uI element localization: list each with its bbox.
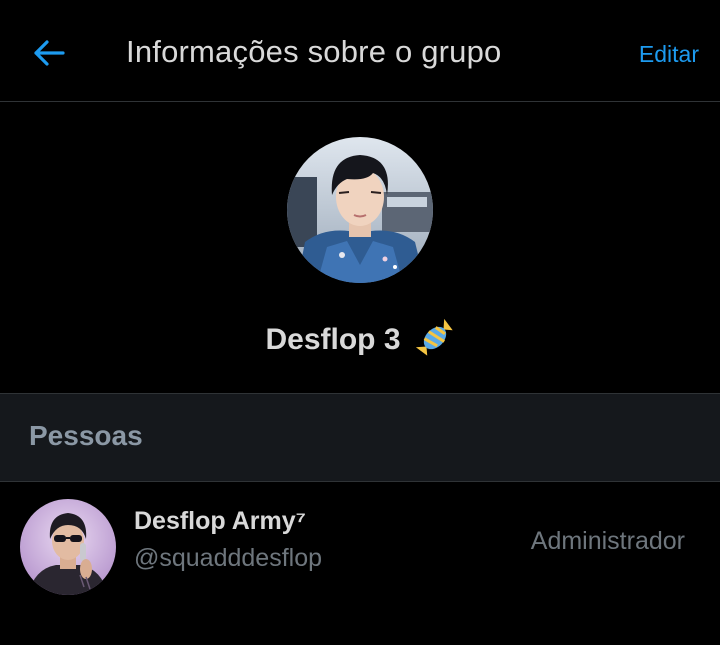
group-avatar[interactable]: [287, 137, 433, 283]
member-handle: @squadddesflop: [134, 544, 323, 572]
avatar[interactable]: [20, 499, 116, 595]
page-title: Informações sobre o grupo: [126, 34, 502, 69]
member-row[interactable]: Desflop Army⁷ @squadddesflop Administrad…: [0, 481, 720, 601]
group-name-row: Desflop 3: [0, 318, 720, 362]
back-button[interactable]: [30, 36, 68, 70]
candy-icon: [415, 318, 455, 363]
people-section-header: Pessoas: [0, 393, 720, 482]
edit-button[interactable]: Editar: [639, 41, 699, 68]
top-bar: Informações sobre o grupo Editar: [0, 0, 720, 102]
member-name: Desflop Army⁷: [134, 507, 306, 535]
group-name: Desflop 3: [265, 323, 401, 356]
section-title: Pessoas: [29, 420, 143, 451]
member-role-badge: Administrador: [530, 527, 685, 555]
arrow-left-icon: [34, 40, 65, 66]
